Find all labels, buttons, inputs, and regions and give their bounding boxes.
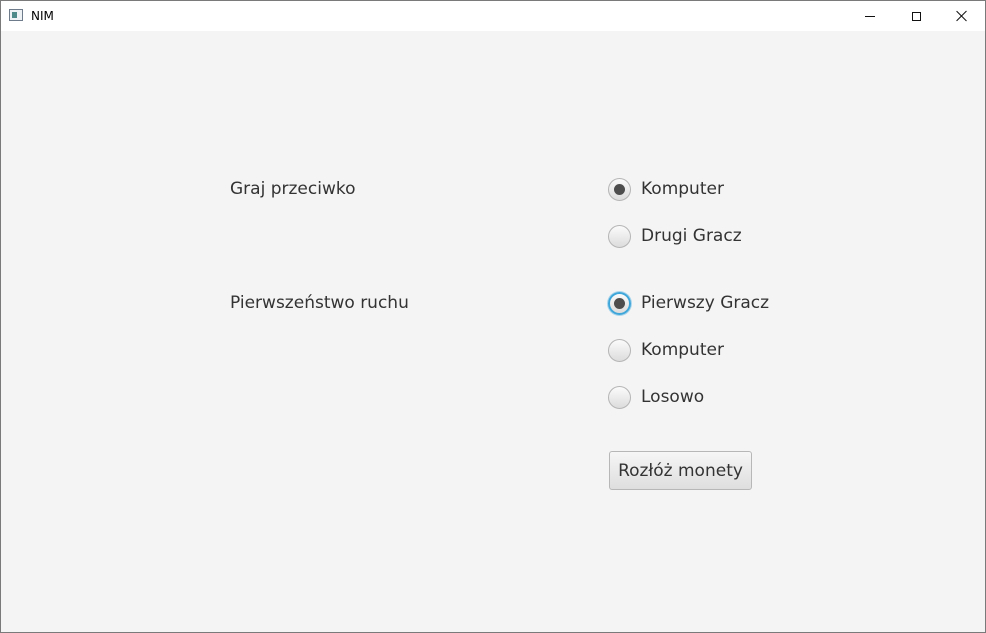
opponent-label: Graj przeciwko xyxy=(230,179,356,199)
radio-label: Losowo xyxy=(641,387,705,407)
close-button[interactable] xyxy=(939,1,985,31)
radio-opponent-computer[interactable]: Komputer xyxy=(608,176,724,202)
radio-opponent-second-player[interactable]: Drugi Gracz xyxy=(608,223,742,249)
radio-circle xyxy=(608,385,631,409)
radio-circle xyxy=(608,291,631,315)
radio-label: Komputer xyxy=(641,340,724,360)
radio-circle xyxy=(608,224,631,248)
window-title: NIM xyxy=(31,9,54,23)
app-icon xyxy=(9,9,23,21)
radio-label: Pierwszy Gracz xyxy=(641,293,770,313)
radio-dot xyxy=(614,297,625,309)
title-bar[interactable]: NIM xyxy=(1,1,985,31)
radio-label: Drugi Gracz xyxy=(641,226,742,246)
first-move-label: Pierwszeństwo ruchu xyxy=(230,293,409,313)
radio-circle xyxy=(608,338,631,362)
radio-first-move-random[interactable]: Losowo xyxy=(608,384,704,410)
app-window: NIM Graj przeciwko Komputer Drugi Gracz … xyxy=(0,0,986,633)
radio-first-move-computer[interactable]: Komputer xyxy=(608,337,724,363)
minimize-icon xyxy=(865,15,875,17)
maximize-button[interactable] xyxy=(893,1,939,31)
minimize-button[interactable] xyxy=(847,1,893,31)
maximize-icon xyxy=(911,11,921,21)
radio-dot xyxy=(614,183,625,195)
radio-circle xyxy=(608,177,631,201)
radio-label: Komputer xyxy=(641,179,724,199)
close-icon xyxy=(956,10,968,22)
deal-coins-button[interactable]: Rozłóż monety xyxy=(609,451,752,490)
radio-first-move-first-player[interactable]: Pierwszy Gracz xyxy=(608,290,769,316)
